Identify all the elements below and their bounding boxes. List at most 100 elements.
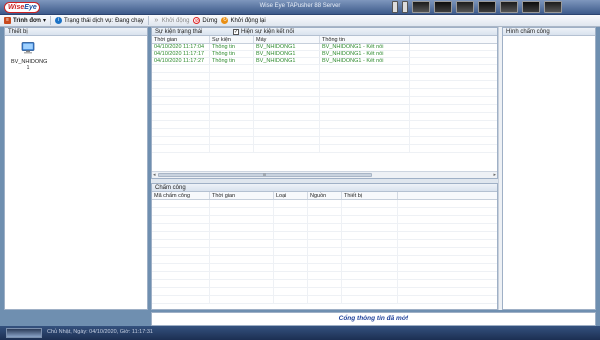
scroll-right-icon[interactable]: ▸ — [493, 172, 496, 178]
device-item[interactable]: BV_NHIDONG 1 — [11, 42, 47, 71]
devices-panel-title: Thiết bị — [5, 28, 147, 36]
camera-thumbnail[interactable] — [500, 1, 518, 13]
event-machine: BV_NHIDONG1 — [254, 44, 320, 50]
camera-thumbnail[interactable] — [478, 1, 496, 13]
stop-button[interactable]: ⊘ Dừng — [193, 16, 217, 26]
column-header[interactable]: Thiết bị — [342, 192, 398, 199]
start-label: Khởi động — [161, 17, 190, 24]
notice-message: Cổng thông tin đã mở! — [151, 312, 596, 326]
column-header[interactable]: Loại — [274, 192, 308, 199]
empty-row — [152, 81, 497, 89]
service-status-label: Trạng thái dịch vụ: — [63, 17, 114, 24]
show-connect-checkbox[interactable]: ✓ — [233, 28, 239, 35]
camera-thumbnail[interactable] — [456, 1, 474, 13]
column-header[interactable]: Thời gian — [210, 192, 274, 199]
events-grid-header: Thời gian Sự kiện Máy Thông tin — [152, 36, 497, 44]
empty-row — [152, 129, 497, 137]
table-row[interactable]: 04/10/2020 11:17:17 Thông tin BV_NHIDONG… — [152, 51, 497, 58]
event-info: BV_NHIDONG1 - Kết nối — [320, 44, 410, 50]
stop-icon: ⊘ — [193, 17, 201, 24]
empty-row — [152, 216, 497, 224]
empty-row — [152, 248, 497, 256]
column-header[interactable]: Nguồn — [308, 192, 342, 199]
chevron-down-icon: ▾ — [42, 18, 46, 24]
fast-forward-icon: » — [154, 17, 159, 24]
attendance-photos-title: Hình chấm công — [503, 28, 595, 36]
status-events-panel: Sự kiện trạng thái ✓ Hiện sự kiện kết nố… — [151, 27, 498, 179]
menu-label: Trình đơn — [13, 17, 41, 24]
attendance-panel: Chấm công Mã chấm công Thời gian Loại Ng… — [151, 183, 498, 310]
table-row[interactable]: 04/10/2020 11:17:27 Thông tin BV_NHIDONG… — [152, 58, 497, 65]
camera-thumbnail[interactable] — [544, 1, 562, 13]
event-machine: BV_NHIDONG1 — [254, 58, 320, 64]
empty-row — [152, 121, 497, 129]
empty-row — [152, 232, 497, 240]
info-icon: i — [54, 17, 62, 24]
taskbar-thumbnails — [392, 1, 562, 14]
empty-row — [152, 89, 497, 97]
menu-icon: ≡ — [4, 17, 11, 24]
status-datetime: Chủ Nhật, Ngày: 04/10/2020, Giờ: 11:17:3… — [47, 329, 153, 335]
restart-button[interactable]: ↻ Khởi động lại — [221, 16, 266, 26]
empty-row — [152, 105, 497, 113]
column-header[interactable]: Thời gian — [152, 36, 210, 43]
empty-row — [152, 288, 497, 296]
empty-row — [152, 137, 497, 145]
toolbar-divider — [49, 16, 51, 25]
empty-row — [152, 272, 497, 280]
toolbar-divider — [147, 16, 149, 25]
empty-row — [152, 65, 497, 73]
event-info: BV_NHIDONG1 - Kết nối — [320, 51, 410, 57]
event-machine: BV_NHIDONG1 — [254, 51, 320, 57]
event-time: 04/10/2020 11:17:17 — [152, 51, 210, 57]
title-bar: WiseEye Wise Eye TAPusher 88 Server — [0, 0, 600, 15]
restart-label: Khởi động lại — [230, 17, 266, 24]
device-number: 1 — [26, 65, 30, 71]
menu-button[interactable]: ≡ Trình đơn ▾ — [4, 16, 46, 26]
service-status-value: Đang chạy — [115, 17, 144, 24]
scroll-left-icon[interactable]: ◂ — [153, 172, 156, 178]
column-header[interactable]: Máy — [254, 36, 320, 43]
start-button[interactable]: » Khởi động — [153, 16, 190, 26]
toolbar: ≡ Trình đơn ▾ i Trạng thái dịch vụ: Đang… — [0, 15, 600, 27]
camera-thumbnail[interactable] — [434, 1, 452, 13]
empty-row — [152, 256, 497, 264]
empty-row — [152, 200, 497, 208]
events-grid: Thời gian Sự kiện Máy Thông tin 04/10/20… — [152, 36, 497, 153]
camera-thumbnail[interactable] — [412, 1, 430, 13]
table-row[interactable]: 04/10/2020 11:17:04 Thông tin BV_NHIDONG… — [152, 44, 497, 51]
horizontal-scrollbar[interactable]: ◂ III ▸ — [152, 171, 497, 178]
event-time: 04/10/2020 11:17:27 — [152, 58, 210, 64]
empty-row — [152, 264, 497, 272]
empty-row — [152, 97, 497, 105]
phone-thumbnail[interactable] — [402, 1, 408, 13]
empty-row — [152, 224, 497, 232]
attendance-grid-header: Mã chấm công Thời gian Loại Nguồn Thiết … — [152, 192, 497, 200]
empty-row — [152, 208, 497, 216]
devices-panel: Thiết bị BV_NHIDONG 1 — [4, 27, 148, 310]
status-bar: Chủ Nhật, Ngày: 04/10/2020, Giờ: 11:17:3… — [0, 326, 600, 340]
stop-label: Dừng — [202, 17, 218, 24]
empty-row — [152, 73, 497, 81]
column-header[interactable]: Sự kiện — [210, 36, 254, 43]
column-header[interactable]: Thông tin — [320, 36, 410, 43]
phone-thumbnail[interactable] — [392, 1, 398, 13]
empty-row — [152, 113, 497, 121]
service-status: i Trạng thái dịch vụ: Đang chạy — [54, 16, 144, 26]
status-events-title: Sự kiện trạng thái — [155, 28, 203, 35]
restart-icon: ↻ — [221, 17, 229, 24]
scrollbar-thumb[interactable]: III — [158, 172, 372, 177]
camera-thumbnail[interactable] — [522, 1, 540, 13]
scrollbar-grip: III — [263, 172, 267, 177]
event-type: Thông tin — [210, 58, 254, 64]
empty-row — [152, 145, 497, 153]
column-header[interactable]: Mã chấm công — [152, 192, 210, 199]
empty-row — [152, 280, 497, 288]
empty-row — [152, 296, 497, 304]
computer-icon — [21, 42, 35, 54]
show-connect-label: Hiện sự kiện kết nối — [241, 28, 295, 35]
attendance-panel-title: Chấm công — [152, 184, 497, 192]
status-events-header: Sự kiện trạng thái ✓ Hiện sự kiện kết nố… — [152, 28, 497, 36]
status-thumbnail — [6, 328, 42, 338]
empty-row — [152, 240, 497, 248]
